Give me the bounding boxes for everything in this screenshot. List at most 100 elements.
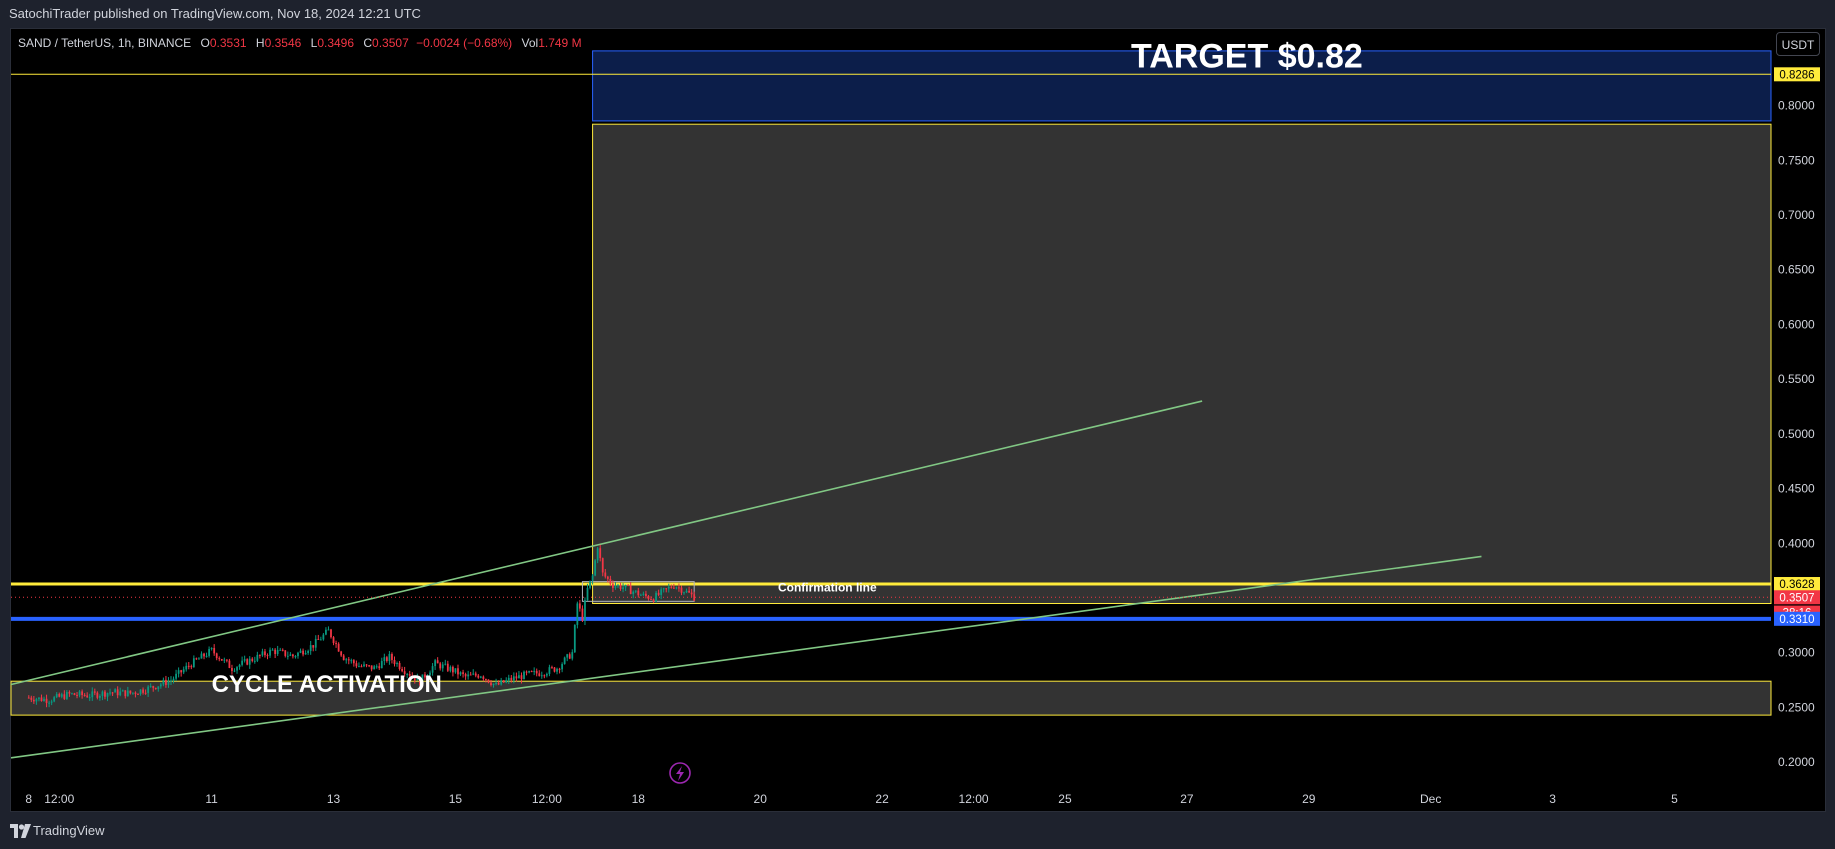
candle-body [538, 673, 541, 676]
candle-body [157, 686, 160, 690]
candle [358, 662, 360, 668]
candle-body [195, 658, 198, 660]
candle-body [690, 592, 693, 595]
candle-body [520, 675, 523, 680]
candle-body [637, 590, 640, 596]
candle [563, 656, 566, 665]
candle-body [165, 679, 167, 685]
candle-body [586, 587, 589, 601]
x-tick-label: 11 [205, 792, 218, 806]
candle-body [147, 686, 150, 693]
symbol-name[interactable]: SAND / TetherUS, 1h, BINANCE [18, 36, 191, 50]
lightning-icon[interactable] [669, 762, 691, 784]
candle-body [683, 592, 685, 594]
candle-body [548, 667, 551, 674]
candle [571, 649, 574, 661]
candle-body [60, 694, 63, 697]
candle [457, 664, 459, 679]
candle [248, 656, 251, 669]
candle [360, 664, 363, 668]
candle-body [248, 658, 251, 665]
high-label: H [255, 36, 265, 50]
candle [352, 659, 355, 667]
candle-body [385, 657, 388, 662]
candle-body [584, 600, 586, 621]
price-label-text: 0.3628 [1779, 579, 1814, 591]
candle-body [124, 690, 127, 697]
candle-body [474, 673, 477, 676]
price-label: 0.3628 [1774, 577, 1820, 592]
candle-body [350, 660, 353, 662]
candle-body [500, 680, 503, 685]
candle [297, 651, 299, 659]
candle-body [667, 586, 670, 589]
candle-body [370, 665, 373, 670]
open-value: 0.3531 [209, 36, 247, 50]
candle-body [91, 691, 94, 698]
chart-canvas[interactable]: TARGET $0.82 CYCLE ACTIVATION Confirmation… [0, 0, 1835, 820]
footer-brand[interactable]: TradingView [33, 820, 105, 842]
candle-body [660, 589, 663, 595]
x-tick-label: 29 [1302, 792, 1316, 806]
candle-body [568, 654, 571, 659]
candle-body [83, 695, 86, 697]
candle-body [375, 666, 378, 668]
candle [210, 647, 213, 651]
candle [294, 655, 297, 659]
candle [477, 674, 480, 679]
candle-body [553, 667, 556, 672]
candle-body [556, 668, 558, 672]
candle-body [490, 682, 492, 686]
candle [434, 658, 437, 670]
candle-body [327, 629, 330, 631]
candle-body [294, 656, 297, 658]
candle [439, 661, 442, 671]
candle [533, 667, 536, 676]
candle-body [332, 637, 335, 644]
candle-body [154, 687, 157, 690]
candle [505, 677, 508, 684]
candle [340, 650, 343, 657]
candle-body [563, 657, 566, 665]
y-tick-label: 0.6000 [1778, 317, 1815, 331]
candle-body [190, 666, 193, 668]
currency-button[interactable]: USDT [1776, 32, 1820, 56]
candle-body [614, 586, 617, 588]
y-tick-label: 0.3000 [1778, 646, 1815, 660]
candle-body [457, 668, 459, 675]
candle-body [319, 639, 322, 641]
candle [472, 669, 475, 676]
candle [584, 597, 586, 626]
candle-body [533, 670, 536, 672]
candle [385, 655, 388, 663]
high-value: 0.3546 [264, 36, 302, 50]
candle-body [355, 663, 358, 667]
candle-body [58, 694, 61, 697]
candle [573, 624, 576, 653]
candle-body [289, 654, 292, 656]
candle [319, 636, 322, 641]
candle [205, 652, 208, 658]
candle-body [576, 603, 579, 625]
tradingview-logo-icon[interactable] [10, 824, 32, 838]
x-tick-label: 12:00 [532, 792, 562, 806]
candle [261, 648, 264, 657]
candle-body [40, 697, 43, 702]
candle [345, 657, 348, 664]
candle [258, 654, 261, 659]
candle-body [312, 645, 315, 648]
candle-body [243, 659, 246, 661]
candle [581, 605, 584, 623]
candle-body [172, 678, 175, 681]
candle-body [284, 650, 287, 656]
candle-body [398, 662, 401, 670]
candle [190, 664, 193, 670]
candle-body [589, 580, 591, 588]
candle-body [502, 680, 505, 683]
candle-body [693, 594, 696, 601]
candle-body [518, 675, 520, 679]
candle-body [439, 663, 442, 669]
candle-body [106, 692, 109, 697]
candle [347, 656, 350, 665]
candle-body [551, 667, 553, 669]
